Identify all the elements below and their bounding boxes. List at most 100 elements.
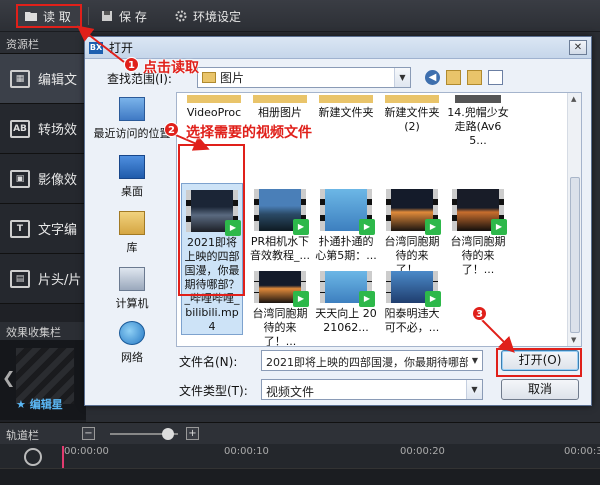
view-menu-icon[interactable] [488, 70, 503, 85]
look-in-select[interactable]: 图片 ▼ [197, 67, 411, 88]
main-toolbar: 读 取 保 存 环境设定 [0, 0, 600, 32]
filename-value: 2021即将上映的四部国漫，你最期待哪部？ [266, 356, 481, 369]
filename-field[interactable]: 2021即将上映的四部国漫，你最期待哪部？ ▼ [261, 350, 483, 371]
place-label: 库 [126, 241, 138, 254]
sidebar-item-title[interactable]: ▤ 片头/片 [0, 254, 86, 304]
film-icon: ▦ [10, 69, 30, 88]
close-icon: ✕ [573, 42, 583, 53]
video-item[interactable]: ▶ PR相机水下音效教程_... [249, 189, 311, 263]
sidebar-item-label: 影像效 [38, 173, 78, 188]
video-thumbnail: ▶ [320, 271, 375, 307]
timeline-track[interactable] [0, 468, 600, 485]
file-caption: 阳泰明违大可不必，... [384, 307, 440, 334]
video-thumbnail [455, 95, 501, 103]
file-caption: VideoProc [186, 106, 242, 119]
file-caption: 新建文件夹 (2) [384, 106, 440, 133]
file-caption: 新建文件夹 [318, 106, 374, 119]
recent-icon [119, 97, 145, 121]
sidebar-item-label: 文字编 [38, 223, 78, 238]
folder-icon [253, 95, 307, 103]
video-badge-icon: ▶ [359, 291, 375, 307]
filetype-select[interactable]: 视频文件 ▼ [261, 379, 483, 400]
video-thumbnail: ▶ [386, 271, 441, 307]
step-1-badge: 1 [124, 57, 139, 72]
sidebar-item-text[interactable]: T 文字编 [0, 204, 86, 254]
place-recent[interactable]: 最近访问的位置 [91, 97, 173, 141]
zoom-slider[interactable] [110, 428, 178, 440]
chevron-down-icon[interactable]: ▼ [394, 68, 410, 87]
effect-label: ★ 编辑星 [16, 398, 63, 411]
save-button-label: 保 存 [119, 9, 147, 24]
filetype-value: 视频文件 [266, 385, 315, 399]
settings-button[interactable]: 环境设定 [168, 4, 247, 28]
dialog-nav-toolbar: ◀ [425, 70, 503, 85]
file-caption: 台湾同胞期待的来了！... [450, 235, 506, 276]
step-2-text: 选择需要的视频文件 [186, 125, 312, 141]
scrollbar-thumb[interactable] [570, 177, 580, 333]
new-folder-icon[interactable] [467, 70, 482, 85]
place-label: 网络 [121, 351, 143, 364]
video-badge-icon: ▶ [425, 291, 441, 307]
chevron-down-icon[interactable]: ▼ [468, 351, 482, 370]
open-button-highlight [496, 348, 582, 377]
file-caption: PR相机水下音效教程_... [250, 235, 310, 262]
timeline-tick: 00:00:30 [564, 446, 600, 457]
sidebar-item-effect[interactable]: ▣ 影像效 [0, 154, 86, 204]
selected-file-highlight [178, 144, 245, 296]
folder-item[interactable]: 新建文件夹 (2) [381, 95, 443, 134]
place-network[interactable]: 网络 [91, 321, 173, 365]
folder-icon [319, 95, 373, 103]
video-item[interactable]: 14.兜帽少女走路(Av65... [447, 95, 509, 148]
video-item[interactable]: ▶ 扑通扑通的心第5期：... [315, 189, 377, 263]
video-thumbnail: ▶ [254, 189, 309, 235]
zoom-out-button[interactable]: − [82, 427, 95, 440]
title-icon: ▤ [10, 269, 30, 288]
app-icon: BX [89, 41, 103, 54]
video-item[interactable]: ▶ 台湾同胞期待的来了！... [447, 189, 509, 277]
place-library[interactable]: 库 [91, 211, 173, 255]
file-caption: 天天向上 2021062... [315, 307, 377, 334]
folder-icon [385, 95, 439, 103]
read-button[interactable]: 读 取 [16, 4, 82, 28]
track-bar: 轨道栏 − + [0, 422, 600, 444]
file-caption: 14.兜帽少女走路(Av65... [447, 106, 509, 147]
folder-item[interactable]: 新建文件夹 [315, 95, 377, 120]
chevron-down-icon[interactable]: ▼ [466, 380, 482, 399]
video-item[interactable]: ▶ 台湾同胞期待的来了！... [249, 271, 311, 346]
effects-collection-header: 效果收集栏 [0, 322, 86, 340]
place-desktop[interactable]: 桌面 [91, 155, 173, 199]
chevron-left-icon[interactable]: ❮ [2, 368, 15, 387]
file-caption: 相册图片 [258, 106, 302, 119]
folder-item[interactable]: 相册图片 [249, 95, 311, 120]
folder-item[interactable]: VideoProc [183, 95, 245, 120]
step-2-badge: 2 [164, 122, 179, 137]
sidebar-item-transition[interactable]: AB 转场效 [0, 104, 86, 154]
close-button[interactable]: ✕ [569, 40, 587, 55]
video-badge-icon: ▶ [491, 219, 507, 235]
scroll-down-icon[interactable]: ▼ [571, 336, 576, 344]
sidebar-item-edit[interactable]: ▦ 编辑文 [0, 54, 86, 104]
look-in-value: 图片 [220, 71, 245, 85]
video-item[interactable]: ▶ 天天向上 2021062... [315, 271, 377, 335]
sidebar-item-label: 编辑文 [38, 73, 78, 88]
effect-icon: ▣ [10, 169, 30, 188]
video-thumbnail: ▶ [386, 189, 441, 235]
cancel-button[interactable]: 取消 [501, 379, 579, 400]
file-list-scrollbar[interactable]: ▲ ▼ [567, 93, 581, 346]
network-icon [119, 321, 145, 345]
save-button[interactable]: 保 存 [94, 4, 153, 28]
effect-label-text: 编辑星 [29, 398, 63, 411]
library-icon [119, 211, 145, 235]
folder-icon [202, 72, 216, 83]
zoom-slider-knob[interactable] [161, 428, 174, 440]
video-item[interactable]: ▶ 阳泰明违大可不必，... [381, 271, 443, 335]
scroll-up-icon[interactable]: ▲ [571, 95, 576, 103]
video-item[interactable]: ▶ 台湾同胞期待的来了！... [381, 189, 443, 277]
up-folder-icon[interactable] [446, 70, 461, 85]
transition-icon: AB [10, 119, 30, 138]
place-computer[interactable]: 计算机 [91, 267, 173, 311]
desktop-icon [119, 155, 145, 179]
computer-icon [119, 267, 145, 291]
zoom-in-button[interactable]: + [186, 427, 199, 440]
back-icon[interactable]: ◀ [425, 70, 440, 85]
